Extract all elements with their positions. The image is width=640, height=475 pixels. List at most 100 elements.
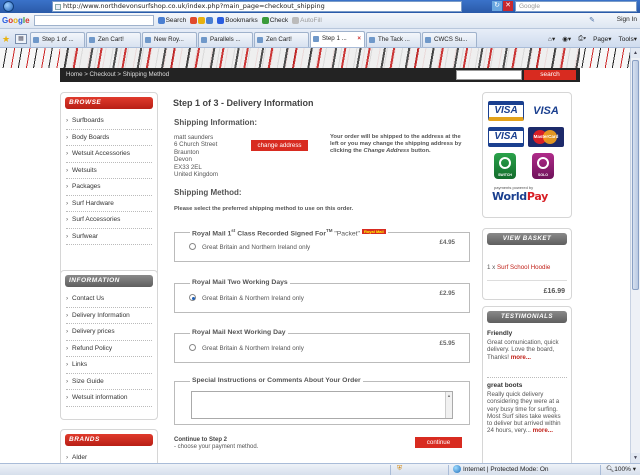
- basket-item-link[interactable]: Surf School Hoodie: [497, 264, 550, 271]
- sidebar-item-refund-policy[interactable]: Refund Policy: [66, 341, 152, 357]
- special-instructions-title: Special Instructions or Comments About Y…: [190, 377, 363, 384]
- testimonial-item: Friendly Great comunication, quick deliv…: [487, 330, 567, 361]
- refresh-icon[interactable]: ↻: [492, 1, 502, 11]
- testimonial-more-link[interactable]: more...: [511, 354, 531, 361]
- site-search-button[interactable]: search: [524, 70, 576, 80]
- toolbar-bookmarks-button[interactable]: Bookmarks: [217, 17, 258, 24]
- brands-list: Alder: [66, 450, 152, 463]
- special-instructions-textarea[interactable]: ▲: [191, 391, 453, 419]
- sidebar-item-surf-accessories[interactable]: Surf Accessories: [66, 212, 152, 229]
- sidebar-item-delivery-prices[interactable]: Delivery prices: [66, 324, 152, 341]
- status-bar: ⛨ Internet | Protected Mode: On 🔍︎100% ▾: [0, 463, 640, 475]
- close-tab-icon[interactable]: ×: [357, 32, 361, 46]
- feeds-icon[interactable]: ◉▾: [562, 35, 571, 43]
- home-icon[interactable]: ⌂▾: [548, 35, 555, 43]
- sidebar-item-links[interactable]: Links: [66, 357, 152, 374]
- mastercard-label: MasterCard: [533, 134, 559, 139]
- command-bar: ⌂▾ ◉▾ ⎙▾ Page▾ Tools▾: [548, 35, 637, 43]
- visa-logo: VISA: [488, 101, 524, 121]
- google-toolbar-input[interactable]: [33, 15, 154, 26]
- toolbar-check-button[interactable]: Check: [261, 17, 288, 24]
- solo-label: SOLO: [538, 173, 548, 177]
- shipping-radio-next-day[interactable]: [189, 344, 196, 351]
- change-address-button[interactable]: change address: [251, 140, 308, 151]
- breadcrumb[interactable]: Home > Checkout > Shipping Method: [66, 71, 169, 78]
- site-header-banner: [60, 48, 580, 68]
- shipping-option-label[interactable]: Great Britain and Northern Ireland only: [202, 244, 310, 251]
- page-scrollbar[interactable]: ▲ ▼: [630, 48, 640, 463]
- basket-box: VIEW BASKET 1 x Surf School Hoodie £16.9…: [482, 228, 572, 300]
- print-icon[interactable]: ⎙▾: [578, 35, 586, 43]
- basket-total: £16.99: [543, 288, 565, 295]
- textarea-scrollbar[interactable]: ▲: [445, 392, 452, 418]
- wrench-icon[interactable]: ✎: [589, 16, 595, 24]
- visa-logo-plain: VISA: [533, 105, 559, 117]
- switch-label: SWITCH: [498, 173, 512, 177]
- tab-step-1-active[interactable]: Step 1 ... ×: [310, 31, 365, 47]
- royal-mail-logo: Royal Mail: [361, 229, 386, 235]
- sidebar-item-size-guide[interactable]: Size Guide: [66, 374, 152, 390]
- view-basket-heading[interactable]: VIEW BASKET: [487, 233, 567, 245]
- toolbar-search-button[interactable]: Search: [157, 17, 186, 24]
- browse-heading: BROWSE: [65, 97, 153, 109]
- tab-step-1-of[interactable]: Step 1 of ...: [30, 32, 85, 47]
- tab-zen-cart-2[interactable]: Zen Cart!: [254, 32, 309, 47]
- tab-bar: ★ ▦ Step 1 of ... Zen Cart! New Roy... P…: [0, 29, 640, 48]
- back-button[interactable]: [3, 1, 14, 12]
- page-menu[interactable]: Page▾: [593, 35, 611, 43]
- security-shield-icon[interactable]: ⛨: [397, 465, 402, 473]
- site-search-input[interactable]: [456, 70, 522, 80]
- sidebar-item-contact-us[interactable]: Contact Us: [66, 291, 152, 308]
- sidebar-item-wetsuit-accessories[interactable]: Wetsuit Accessories: [66, 146, 152, 163]
- tab-new-roy[interactable]: New Roy...: [142, 32, 197, 47]
- shipping-radio-two-day[interactable]: [189, 294, 196, 301]
- sidebar-item-wetsuits[interactable]: Wetsuits: [66, 163, 152, 179]
- tab-the-tack[interactable]: The Tack ...: [366, 32, 421, 47]
- continue-button[interactable]: continue: [415, 437, 462, 448]
- shipping-option-price: £2.95: [439, 290, 455, 297]
- tab-label: Step 1 ...: [322, 35, 347, 42]
- testimonials-box: TESTIMONIALS Friendly Great comunication…: [482, 306, 572, 463]
- favorites-star-icon[interactable]: ★: [2, 33, 12, 45]
- toolbar-icons-group[interactable]: [190, 17, 214, 24]
- zoom-level[interactable]: 🔍︎100% ▾: [606, 465, 636, 473]
- address-line: Devon: [174, 156, 192, 164]
- quick-tabs-icon[interactable]: ▦: [15, 34, 27, 44]
- toolbar-autofill-button[interactable]: AutoFill: [292, 17, 322, 24]
- shipping-radio-first-class[interactable]: [189, 243, 196, 250]
- sidebar-item-body-boards[interactable]: Body Boards: [66, 130, 152, 146]
- sign-in-link[interactable]: Sign In: [617, 16, 637, 23]
- sidebar-item-surfwear[interactable]: Surfwear: [66, 229, 152, 245]
- stop-icon[interactable]: ✕: [503, 1, 513, 11]
- address-bar[interactable]: http://www.northdevonsurfshop.co.uk/inde…: [52, 1, 462, 12]
- shipping-address-note: Your order will be shipped to the addres…: [330, 134, 462, 154]
- sidebar-item-alder[interactable]: Alder: [66, 450, 152, 463]
- sidebar-item-surfboards[interactable]: Surfboards: [66, 113, 152, 130]
- sidebar-item-wetsuit-information[interactable]: Wetsuit information: [66, 390, 152, 407]
- shipping-information-title: Shipping Information:: [174, 118, 258, 127]
- shipping-option-price: £5.95: [439, 340, 455, 347]
- tab-cwcs[interactable]: CWCS Su...: [422, 32, 477, 47]
- scroll-down-icon[interactable]: ▼: [631, 453, 640, 463]
- information-heading: INFORMATION: [65, 275, 153, 287]
- continue-note: Continue to Step 2 - choose your payment…: [174, 437, 258, 451]
- shipping-option-label[interactable]: Great Britain & Northern Ireland only: [202, 295, 304, 302]
- sidebar-item-packages[interactable]: Packages: [66, 179, 152, 196]
- solo-logo: SOLO: [532, 153, 554, 179]
- testimonial-title: great boots: [487, 382, 523, 389]
- basket-divider: [487, 280, 567, 281]
- tab-zen-cart[interactable]: Zen Cart!: [86, 32, 141, 47]
- google-logo: Google: [2, 16, 30, 25]
- testimonial-more-link[interactable]: more...: [533, 427, 553, 434]
- shipping-method-title: Shipping Method:: [174, 188, 242, 197]
- scroll-up-icon[interactable]: ▲: [631, 48, 640, 58]
- security-zone[interactable]: Internet | Protected Mode: On: [453, 465, 549, 473]
- tools-menu[interactable]: Tools▾: [619, 35, 637, 43]
- shipping-option-label[interactable]: Great Britain & Northern Ireland only: [202, 345, 304, 352]
- scrollbar-thumb[interactable]: [632, 60, 639, 290]
- sidebar-item-surf-hardware[interactable]: Surf Hardware: [66, 196, 152, 212]
- tab-parallels[interactable]: Parallels ...: [198, 32, 253, 47]
- browser-search-input[interactable]: Google: [515, 1, 637, 12]
- sidebar-item-delivery-information[interactable]: Delivery Information: [66, 308, 152, 324]
- security-zone-label: Internet | Protected Mode: On: [463, 465, 549, 473]
